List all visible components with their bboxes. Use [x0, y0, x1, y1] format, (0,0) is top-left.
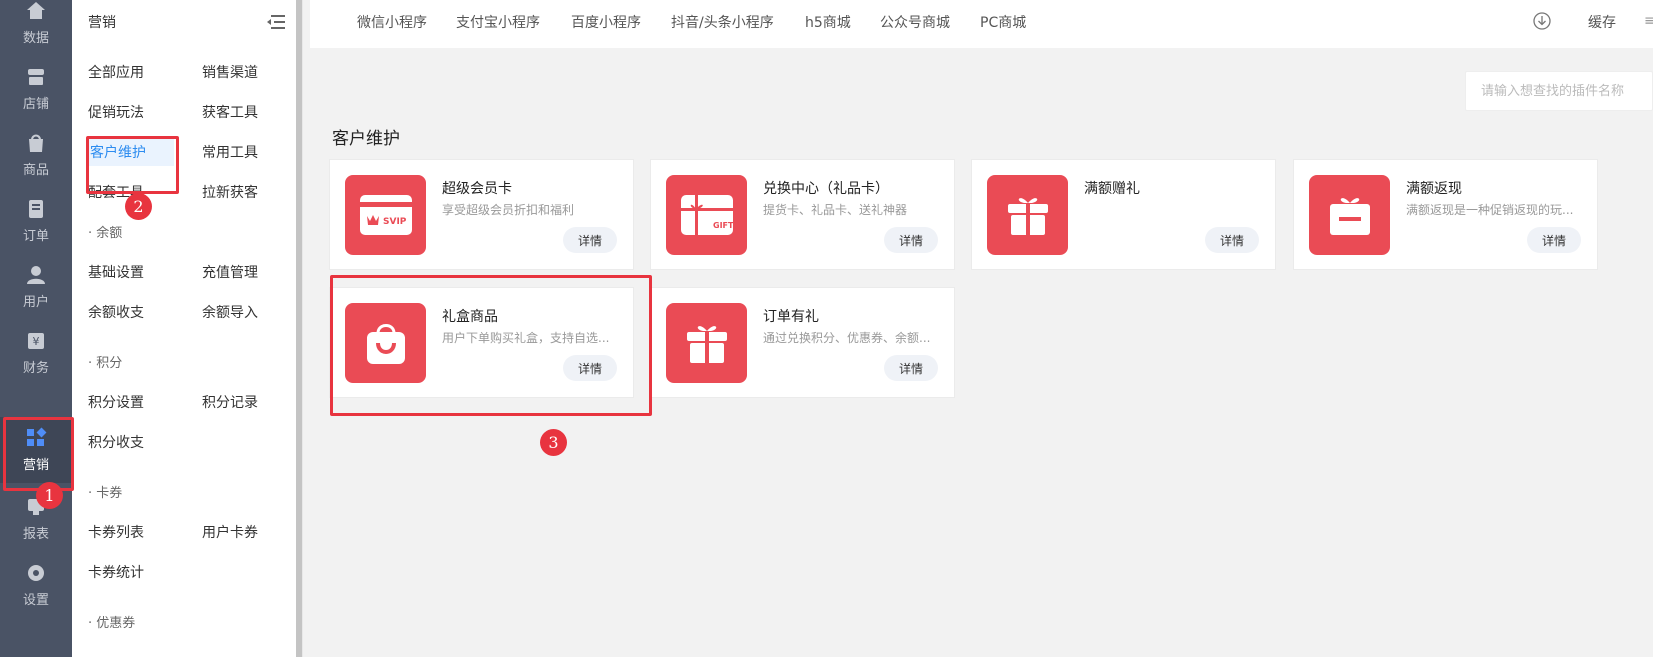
main-nav-rail: 数据 店铺 商品 订单 用户 ¥ 财务 营销 报表 设置 [0, 0, 72, 657]
rail-item-goods[interactable]: 商品 [0, 122, 72, 188]
plugin-desc: 提货卡、礼品卡、送礼神器 [763, 203, 908, 217]
finance-icon: ¥ [25, 330, 47, 352]
svip-card-icon: SVIP [345, 175, 426, 255]
step-badge-1: 1 [36, 482, 63, 509]
highlight-step-2 [86, 136, 179, 194]
step-badge-3: 3 [540, 429, 567, 456]
gift-box-icon [1309, 175, 1390, 255]
rail-item-settings[interactable]: 设置 [0, 552, 72, 618]
gift-icon-text: GIFT [713, 221, 734, 230]
cache-button[interactable]: 缓存 [1588, 12, 1616, 32]
svg-text:¥: ¥ [33, 335, 40, 348]
subnav-basic-settings[interactable]: 基础设置 [88, 262, 144, 282]
section-title: 客户维护 [332, 129, 400, 149]
group-balance: · 余额 [88, 226, 123, 241]
gift-box-icon [666, 303, 747, 383]
subnav-scrollbar[interactable] [296, 0, 302, 657]
group-points: · 积分 [88, 356, 123, 371]
highlight-step-3 [330, 275, 652, 416]
plugin-desc: 满额返现是一种促销返现的玩... [1406, 203, 1574, 217]
rail-label: 用户 [22, 295, 49, 310]
plugin-desc: 通过兑换积分、优惠券、余额... [763, 331, 931, 345]
user-icon [25, 264, 47, 286]
subnav-sales-channel[interactable]: 销售渠道 [202, 62, 258, 82]
plugin-desc: 享受超级会员折扣和福利 [442, 203, 575, 217]
gift-box-icon [987, 175, 1068, 255]
rail-item-data[interactable]: 数据 [0, 0, 72, 56]
detail-button[interactable]: 详情 [563, 227, 617, 253]
tab-douyin-mini[interactable]: 抖音/头条小程序 [671, 12, 774, 32]
group-cards: · 卡券 [88, 486, 123, 501]
subnav-all-apps[interactable]: 全部应用 [88, 62, 144, 82]
detail-button[interactable]: 详情 [884, 227, 938, 253]
rail-label: 报表 [22, 527, 49, 542]
tab-pc-mall[interactable]: PC商城 [980, 12, 1026, 32]
gift-card-icon: GIFT [666, 175, 747, 255]
plugin-card-order-gift[interactable]: 订单有礼 通过兑换积分、优惠券、余额... 详情 [650, 287, 955, 398]
subnav-user-cards[interactable]: 用户卡券 [202, 522, 258, 542]
plugin-card-super-vip[interactable]: SVIP 超级会员卡 享受超级会员折扣和福利 详情 [329, 159, 634, 270]
rail-label: 商品 [22, 163, 49, 178]
marketing-subnav: 营销 全部应用 销售渠道 促销玩法 获客工具 客户维护 常用工具 配套工具 拉新… [72, 0, 303, 657]
rail-item-users[interactable]: 用户 [0, 254, 72, 320]
subnav-balance-flow[interactable]: 余额收支 [88, 302, 144, 322]
rail-item-store[interactable]: 店铺 [0, 56, 72, 122]
subnav-new-customer[interactable]: 拉新获客 [202, 182, 258, 202]
subnav-points-records[interactable]: 积分记录 [202, 392, 258, 412]
step-badge-2: 2 [125, 193, 152, 220]
plugin-name: 订单有礼 [763, 309, 819, 325]
subnav-balance-import[interactable]: 余额导入 [202, 302, 258, 322]
tab-baidu-mini[interactable]: 百度小程序 [571, 12, 641, 32]
detail-button[interactable]: 详情 [1205, 227, 1259, 253]
plugin-name: 超级会员卡 [442, 181, 512, 197]
subnav-recharge-mgmt[interactable]: 充值管理 [202, 262, 258, 282]
rail-item-finance[interactable]: ¥ 财务 [0, 320, 72, 386]
plugin-card-full-cashback[interactable]: 满额返现 满额返现是一种促销返现的玩... 详情 [1293, 159, 1598, 270]
detail-button[interactable]: 详情 [1527, 227, 1581, 253]
plugin-name: 满额返现 [1406, 181, 1462, 197]
subnav-promo[interactable]: 促销玩法 [88, 102, 144, 122]
subnav-points-settings[interactable]: 积分设置 [88, 392, 144, 412]
rail-label: 财务 [22, 361, 49, 376]
rail-label: 订单 [22, 229, 49, 244]
tab-wechat-mini[interactable]: 微信小程序 [357, 12, 427, 32]
rail-label: 设置 [22, 593, 49, 608]
plugin-search-input[interactable] [1465, 71, 1653, 111]
detail-button[interactable]: 详情 [884, 355, 938, 381]
rail-item-orders[interactable]: 订单 [0, 188, 72, 254]
store-icon [25, 66, 47, 88]
subnav-title: 营销 [88, 15, 116, 31]
subnav-card-stats[interactable]: 卡券统计 [88, 562, 144, 582]
tab-official-account-mall[interactable]: 公众号商城 [880, 12, 950, 32]
order-icon [25, 198, 47, 220]
download-icon[interactable] [1533, 12, 1551, 30]
plugin-card-exchange-center[interactable]: GIFT 兑换中心（礼品卡） 提货卡、礼品卡、送礼神器 详情 [650, 159, 955, 270]
plugin-name: 满额赠礼 [1084, 181, 1140, 197]
rail-label: 店铺 [22, 97, 49, 112]
tab-alipay-mini[interactable]: 支付宝小程序 [456, 12, 540, 32]
subnav-points-flow[interactable]: 积分收支 [88, 432, 144, 452]
collapse-menu-icon[interactable] [267, 14, 285, 30]
highlight-step-1 [3, 417, 74, 491]
rail-label: 数据 [22, 31, 49, 46]
group-coupons: · 优惠券 [88, 616, 136, 631]
home-icon [25, 0, 47, 22]
plugin-card-full-gift[interactable]: 满额赠礼 详情 [971, 159, 1276, 270]
svip-icon-text: SVIP [383, 217, 407, 227]
plugin-name: 兑换中心（礼品卡） [763, 181, 889, 197]
subnav-common-tools[interactable]: 常用工具 [202, 142, 258, 162]
tab-h5-mall[interactable]: h5商城 [805, 12, 851, 32]
subnav-acquire-tools[interactable]: 获客工具 [202, 102, 258, 122]
gear-icon [25, 562, 47, 584]
subnav-card-list[interactable]: 卡券列表 [88, 522, 144, 542]
bag-icon [25, 132, 47, 154]
more-icon[interactable]: ≡ [1644, 13, 1653, 29]
